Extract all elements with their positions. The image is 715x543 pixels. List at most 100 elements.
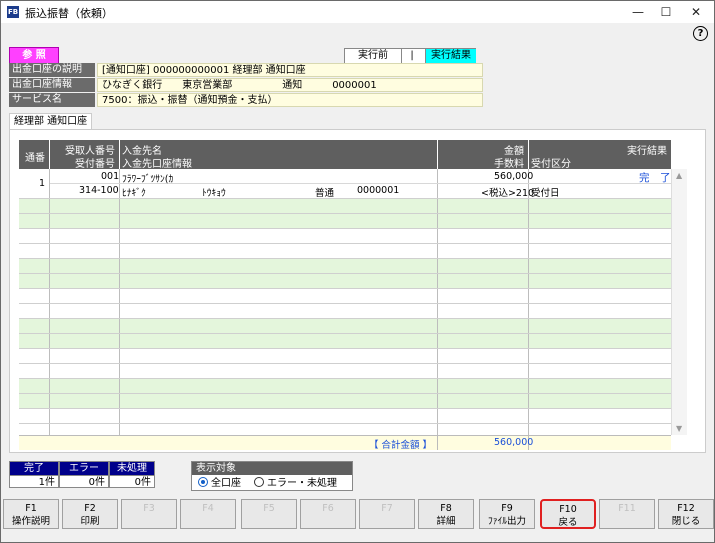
column-divider <box>49 214 50 228</box>
column-divider <box>437 319 438 333</box>
radio-selected-icon[interactable] <box>198 477 208 487</box>
cell-seq: 1 <box>39 178 46 189</box>
fkey-number: F7 <box>381 503 393 514</box>
fkey-label: 操作説明 <box>11 516 50 527</box>
info-label: 出金口座の説明 <box>9 63 95 77</box>
column-divider <box>49 379 50 393</box>
column-divider <box>528 229 529 243</box>
fkey-f11-button: F11 <box>599 499 655 529</box>
empty-row <box>19 199 671 214</box>
fkey-f2-button[interactable]: F2 印刷 <box>62 499 118 529</box>
info-label: サービス名 <box>9 93 95 107</box>
info-value: [通知口座] 000000000001 経理部 通知口座 <box>97 63 483 77</box>
cell-amount: 560,000 <box>494 171 534 182</box>
column-divider <box>528 199 529 213</box>
column-divider <box>528 289 529 303</box>
close-button[interactable]: ✕ <box>681 2 711 22</box>
fkey-f10-button[interactable]: F10 戻る <box>540 499 596 529</box>
empty-row <box>19 334 671 349</box>
empty-row <box>19 409 671 424</box>
total-label: 【 合計金額 】 <box>369 440 433 451</box>
fkey-number: F11 <box>618 503 636 514</box>
column-divider <box>49 244 50 258</box>
radio-error-pending[interactable]: エラー・未処理 <box>254 477 337 489</box>
radio-label: エラー・未処理 <box>267 478 337 489</box>
column-divider <box>49 364 50 378</box>
summary-done-label: 完了 <box>9 461 59 476</box>
radio-label: 全口座 <box>211 478 241 489</box>
header-amount: 金額 手数料 <box>438 140 528 170</box>
empty-row <box>19 304 671 319</box>
total-value: 560,000 <box>494 437 534 448</box>
column-divider <box>119 409 120 423</box>
fkey-f3-button: F3 <box>121 499 177 529</box>
column-divider <box>49 199 50 213</box>
column-divider <box>437 394 438 408</box>
column-divider <box>437 259 438 273</box>
maximize-button[interactable]: ☐ <box>651 2 681 22</box>
header-payee-account: 入金先口座情報 <box>122 159 192 170</box>
fkey-f8-button[interactable]: F8 詳細 <box>418 499 474 529</box>
fkey-number: F9 <box>501 503 513 514</box>
title-bar: FB 振込振替（依頼） — ☐ ✕ <box>1 1 714 23</box>
column-divider <box>49 319 50 333</box>
column-divider <box>49 289 50 303</box>
help-icon[interactable]: ? <box>693 26 708 41</box>
column-divider <box>528 334 529 348</box>
column-divider <box>528 304 529 318</box>
empty-row <box>19 259 671 274</box>
header-result-label: 実行結果 <box>627 146 667 157</box>
fkey-label: 閉じる <box>671 516 701 527</box>
column-divider <box>528 274 529 288</box>
column-divider <box>119 244 120 258</box>
summary-done-value: 1件 <box>9 475 59 488</box>
cell-fee: <税込>210 <box>481 188 535 199</box>
cell-recv-no: 001 <box>101 171 120 182</box>
summary-error-label: エラー <box>59 461 109 476</box>
fkey-f5-button: F5 <box>241 499 297 529</box>
fkey-number: F4 <box>202 503 214 514</box>
cell-branch: ﾄｳｷｮｳ <box>202 188 226 199</box>
radio-unselected-icon[interactable] <box>254 477 264 487</box>
column-divider <box>119 229 120 243</box>
column-divider <box>528 214 529 228</box>
column-divider <box>49 409 50 423</box>
fkey-number: F12 <box>677 503 695 514</box>
empty-row <box>19 379 671 394</box>
scroll-down-icon[interactable]: ▼ <box>676 424 682 433</box>
fkey-f9-button[interactable]: F9 ﾌｧｲﾙ出力 <box>479 499 535 529</box>
scroll-up-icon[interactable]: ▲ <box>676 171 682 180</box>
empty-row <box>19 274 671 289</box>
column-divider <box>437 229 438 243</box>
fkey-number: F8 <box>440 503 452 514</box>
display-filter: 表示対象 全口座 エラー・未処理 <box>191 461 353 491</box>
fkey-f7-button: F7 <box>359 499 415 529</box>
fkey-f12-button[interactable]: F12 閉じる <box>658 499 714 529</box>
header-fee-label: 手数料 <box>494 159 524 170</box>
minimize-button[interactable]: — <box>623 2 653 22</box>
fkey-f4-button: F4 <box>180 499 236 529</box>
fkey-f1-button[interactable]: F1 操作説明 <box>3 499 59 529</box>
execution-status: 実行前 | 実行結果 <box>344 48 476 64</box>
cell-accept-class: 受付日 <box>531 188 560 199</box>
grid-scrollbar[interactable]: ▲ ▼ <box>671 169 687 435</box>
cell-result: 完 了 <box>639 172 671 184</box>
table-row[interactable]: 1 001 314-100 ﾌﾗﾜｰﾌﾞﾂｻﾝ(ｶ ﾋﾅｷﾞｸ ﾄｳｷｮｳ 普通… <box>19 169 687 199</box>
status-before: 実行前 <box>345 49 402 63</box>
fkey-label: ﾌｧｲﾙ出力 <box>487 516 526 527</box>
column-divider <box>528 364 529 378</box>
column-divider <box>49 334 50 348</box>
fkey-number: F3 <box>143 503 155 514</box>
empty-row <box>19 244 671 259</box>
info-value: 7500：振込・振替（通知預金・支払） <box>97 93 483 107</box>
radio-all-accounts[interactable]: 全口座 <box>198 477 241 489</box>
column-divider <box>437 289 438 303</box>
header-seq-label: 通番 <box>25 153 45 164</box>
column-divider <box>119 274 120 288</box>
cell-bank: ﾋﾅｷﾞｸ <box>122 188 146 199</box>
column-divider <box>528 409 529 423</box>
column-divider <box>528 259 529 273</box>
tab-account[interactable]: 経理部 通知口座 <box>9 113 93 130</box>
column-divider <box>528 379 529 393</box>
empty-row <box>19 349 671 364</box>
